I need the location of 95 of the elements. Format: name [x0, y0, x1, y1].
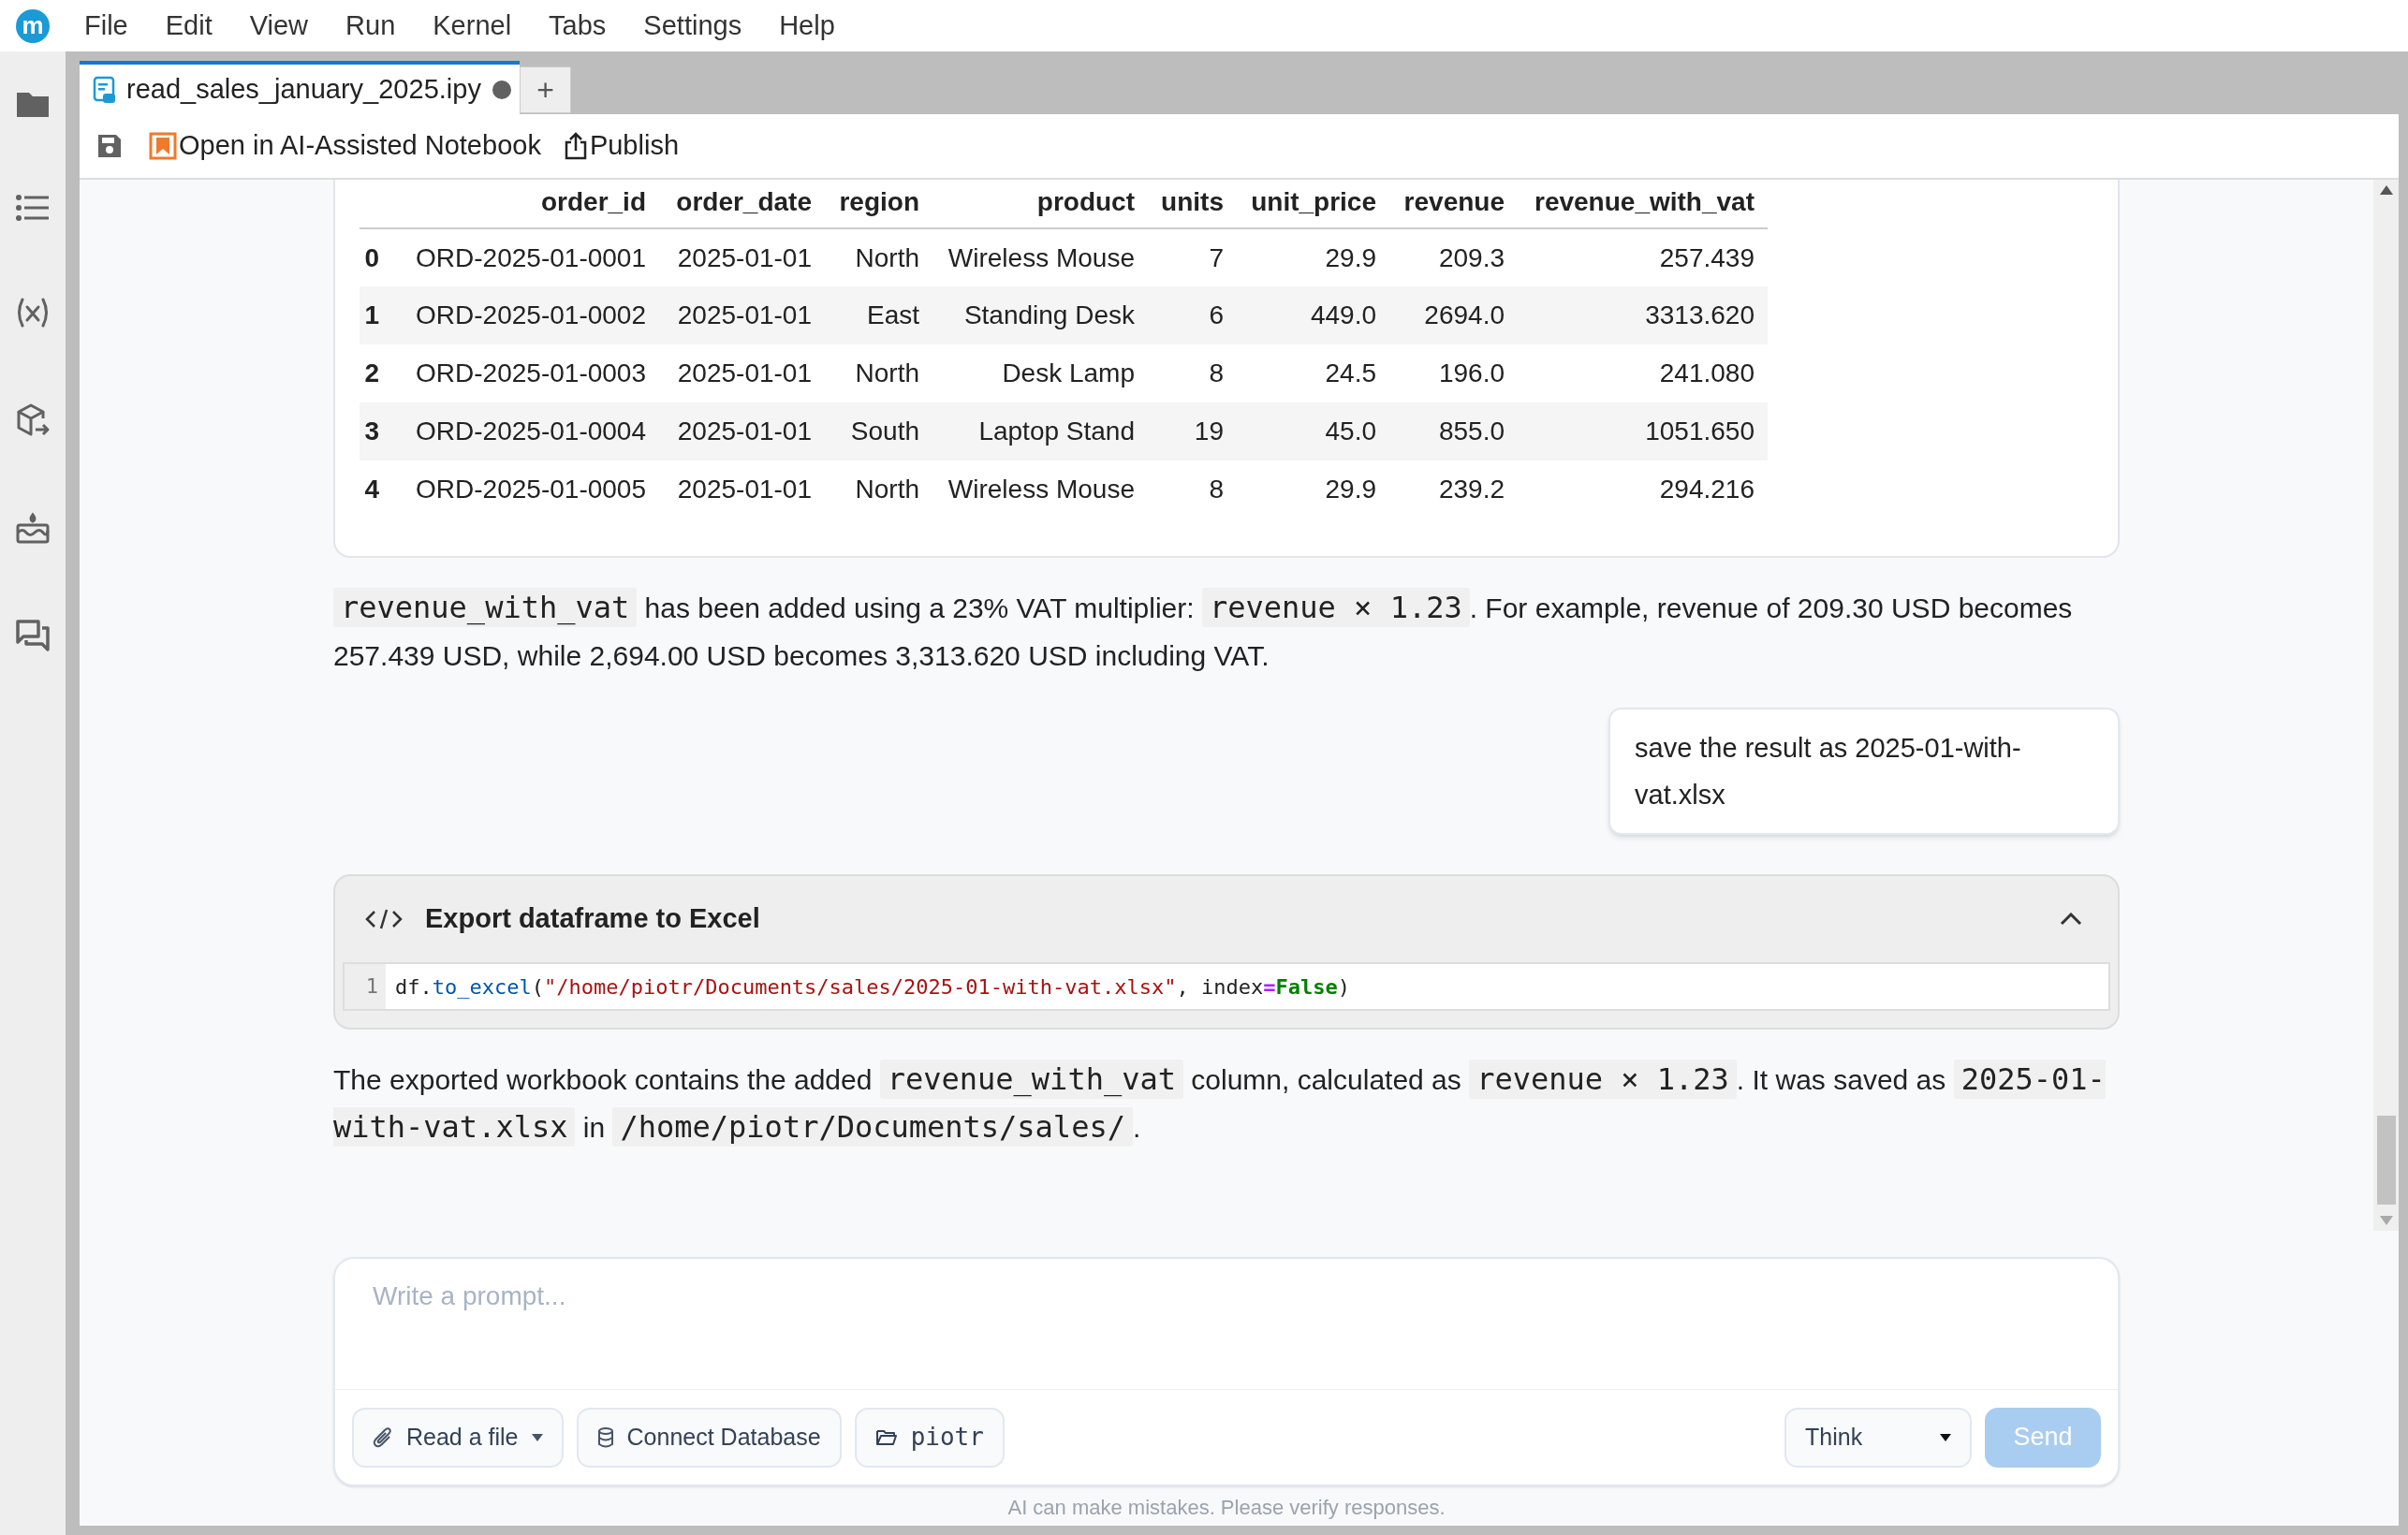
- paperclip-icon: [373, 1425, 393, 1449]
- table-cell: 294.216: [1518, 460, 1768, 519]
- caret-icon: [1940, 1433, 1951, 1441]
- cake-icon[interactable]: [15, 512, 51, 544]
- column-header: revenue: [1389, 180, 1518, 228]
- menu-item[interactable]: Run: [330, 5, 411, 47]
- disclaimer-text: AI can make mistakes. Please verify responses.: [1007, 1495, 1446, 1521]
- table-cell: 1051.650: [1518, 402, 1768, 460]
- menu-item[interactable]: Help: [764, 5, 850, 47]
- table-cell: East: [825, 286, 932, 344]
- scrollbar-thumb[interactable]: [2376, 1116, 2396, 1205]
- table-cell: 449.0: [1237, 286, 1389, 344]
- code-line: df.to_excel("/home/piotr/Documents/sales/2025-01-with-vat.xlsx", index=False): [394, 973, 1350, 1001]
- table-cell: Wireless Mouse: [932, 228, 1148, 286]
- table-cell: Standing Desk: [932, 286, 1148, 344]
- open-ai-notebook-button[interactable]: Open in AI-Assisted Notebook: [149, 125, 541, 167]
- row-index: 3: [360, 402, 392, 460]
- column-header: region: [825, 180, 932, 228]
- table-cell: North: [825, 228, 932, 286]
- table-cell: ORD-2025-01-0003: [392, 344, 659, 402]
- new-tab-button[interactable]: +: [520, 66, 571, 113]
- column-header: revenue_with_vat: [1518, 180, 1768, 228]
- column-header: order_date: [659, 180, 825, 228]
- assistant-message: The exported workbook contains the added revenue_with_vat column, calculated as revenue × 1.23 . It was saved as 2025-01-with-vat.xlsx in /home/piotr/Documents/sales/ .: [333, 1059, 2107, 1148]
- table-cell: 2025-01-01: [659, 402, 825, 460]
- menu-item[interactable]: Settings: [628, 5, 757, 47]
- prompt-input[interactable]: Write a prompt...: [335, 1259, 2118, 1390]
- table-cell: 196.0: [1389, 344, 1518, 402]
- variable-icon[interactable]: [15, 297, 51, 329]
- table-cell: 2025-01-01: [659, 286, 825, 344]
- table-cell: North: [825, 460, 932, 519]
- table-cell: 7: [1148, 228, 1237, 286]
- row-index: 4: [360, 460, 392, 519]
- table-cell: ORD-2025-01-0002: [392, 286, 659, 344]
- folder-button[interactable]: piotr: [854, 1407, 1005, 1468]
- table-cell: 855.0: [1389, 402, 1518, 460]
- read-file-button[interactable]: Read a file: [352, 1407, 564, 1468]
- cube-arrow-icon[interactable]: [15, 403, 51, 437]
- table-cell: South: [825, 402, 932, 460]
- column-header: units: [1148, 180, 1237, 228]
- table-cell: 209.3: [1389, 228, 1518, 286]
- scroll-up-icon[interactable]: [2379, 185, 2393, 195]
- table-cell: 6: [1148, 286, 1237, 344]
- table-cell: 29.9: [1237, 460, 1389, 519]
- folder-icon: [874, 1427, 898, 1447]
- table-cell: ORD-2025-01-0001: [392, 228, 659, 286]
- bookmark-icon: [149, 132, 177, 160]
- publish-button[interactable]: Publish: [563, 125, 679, 167]
- table-cell: 24.5: [1237, 344, 1389, 402]
- table-cell: 8: [1148, 460, 1237, 519]
- table-cell: ORD-2025-01-0005: [392, 460, 659, 519]
- table-cell: 2025-01-01: [659, 460, 825, 519]
- chevron-up-icon: [2060, 913, 2082, 926]
- table-cell: 2025-01-01: [659, 228, 825, 286]
- menu-item[interactable]: Kernel: [418, 5, 527, 47]
- table-cell: North: [825, 344, 932, 402]
- row-index: 2: [360, 344, 392, 402]
- table-cell: 239.2: [1389, 460, 1518, 519]
- table-cell: ORD-2025-01-0004: [392, 402, 659, 460]
- row-index: 1: [360, 286, 392, 344]
- notebook-tab[interactable]: read_sales_january_2025.ipy: [80, 61, 520, 114]
- assistant-message: revenue_with_vat has been added using a 23% VAT multiplier: revenue × 1.23 . For example, revenue of 209.30 USD becomes 257.439 USD, while 2,694.00 USD becomes 3,313.620 USD including VAT.: [333, 587, 2074, 673]
- menu-item[interactable]: View: [234, 5, 324, 47]
- list-icon[interactable]: [15, 194, 51, 222]
- table-cell: 241.080: [1518, 344, 1768, 402]
- mode-select[interactable]: Think: [1784, 1407, 1972, 1468]
- code-icon: [365, 909, 403, 929]
- table-cell: 2694.0: [1389, 286, 1518, 344]
- column-header: product: [932, 180, 1148, 228]
- table-cell: 8: [1148, 344, 1237, 402]
- user-message: save the result as 2025-01-with-vat.xlsx: [1608, 708, 2120, 835]
- table-cell: 257.439: [1518, 228, 1768, 286]
- table-cell: 45.0: [1237, 402, 1389, 460]
- table-cell: 3313.620: [1518, 286, 1768, 344]
- tab-label: read_sales_january_2025.ipy: [126, 72, 481, 106]
- column-header: order_id: [392, 180, 659, 228]
- table-cell: 29.9: [1237, 228, 1389, 286]
- caret-icon: [531, 1433, 543, 1441]
- database-icon: [596, 1426, 614, 1448]
- row-index: 0: [360, 228, 392, 286]
- connect-database-button[interactable]: Connect Database: [576, 1407, 842, 1468]
- table-cell: Laptop Stand: [932, 402, 1148, 460]
- chat-icon[interactable]: [15, 619, 51, 652]
- table-cell: Desk Lamp: [932, 344, 1148, 402]
- table-cell: 2025-01-01: [659, 344, 825, 402]
- column-header: unit_price: [1237, 180, 1389, 228]
- menu-item[interactable]: Edit: [150, 5, 228, 47]
- menu-item[interactable]: Tabs: [534, 5, 622, 47]
- tool-title: Export dataframe to Excel: [425, 902, 761, 936]
- menu-item[interactable]: File: [69, 5, 143, 47]
- table-cell: Wireless Mouse: [932, 460, 1148, 519]
- line-number: 1: [345, 964, 386, 1009]
- notebook-icon: [93, 75, 115, 104]
- table-cell: 19: [1148, 402, 1237, 460]
- share-icon: [563, 132, 588, 160]
